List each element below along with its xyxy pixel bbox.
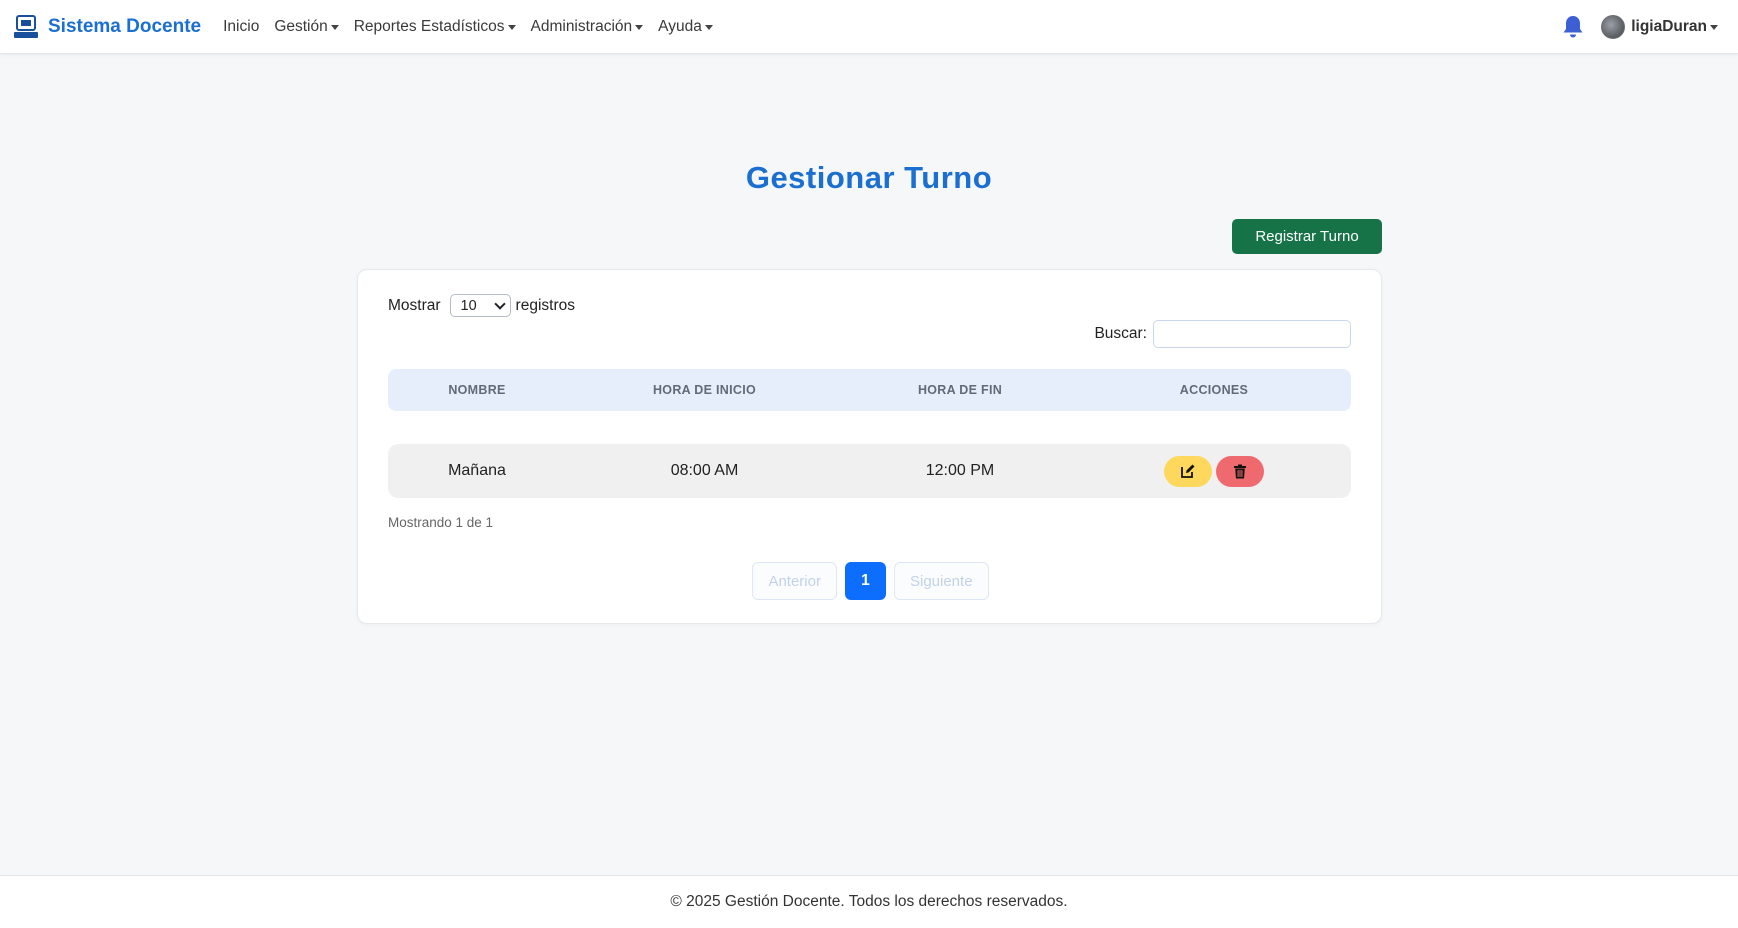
page-length-control: Mostrar 10 registros [388, 294, 575, 317]
nav-inicio[interactable]: Inicio [223, 18, 259, 36]
top-navbar: Sistema Docente Inicio Gestión Reportes … [0, 0, 1738, 54]
user-name-label: ligiaDuran [1631, 17, 1707, 35]
cell-nombre: Mañana [448, 462, 506, 479]
cell-hora-fin: 12:00 PM [925, 462, 995, 479]
delete-button[interactable] [1216, 455, 1264, 487]
records-label: registros [515, 296, 575, 314]
search-control: Buscar: [1094, 320, 1351, 348]
caret-down-icon [635, 24, 644, 30]
table-header: NOMBRE HORA DE INICIO HORA DE FIN ACCION… [388, 369, 1351, 411]
caret-down-icon [507, 24, 516, 30]
search-input[interactable] [1153, 320, 1351, 348]
nav-administracion-label: Administración [530, 17, 633, 35]
page-title: Gestionar Turno [745, 160, 993, 195]
trash-icon [1234, 464, 1246, 478]
previous-page-button[interactable]: Anterior [752, 562, 837, 600]
footer: © 2025 Gestión Docente. Todos los derech… [0, 875, 1738, 928]
nav-gestion-label: Gestión [274, 17, 328, 35]
column-header-hora-inicio[interactable]: HORA DE INICIO [566, 383, 843, 397]
nav-reportes-label: Reportes Estadísticos [353, 17, 505, 35]
page-1-button[interactable]: 1 [844, 562, 886, 600]
avatar[interactable] [1601, 14, 1626, 39]
nav-ayuda-label: Ayuda [658, 17, 702, 35]
brand[interactable]: Sistema Docente [12, 13, 201, 41]
edit-button[interactable] [1164, 455, 1212, 487]
search-label: Buscar: [1094, 325, 1147, 342]
cell-hora-inicio: 08:00 AM [670, 462, 739, 479]
table-card: Mostrar 10 registros Buscar: NOMBRE HORA… [357, 269, 1382, 624]
column-header-acciones: ACCIONES [1179, 383, 1249, 397]
caret-down-icon [704, 24, 713, 30]
main-menu: Inicio Gestión Reportes Estadísticos Adm… [223, 18, 728, 36]
user-menu[interactable]: ligiaDuran [1631, 18, 1718, 36]
university-logo-icon [12, 13, 40, 41]
chevron-down-icon [493, 297, 506, 310]
column-header-hora-fin[interactable]: HORA DE FIN [843, 383, 1077, 397]
nav-inicio-label: Inicio [223, 17, 260, 35]
page-length-value: 10 [460, 297, 477, 314]
register-shift-button[interactable]: Registrar Turno [1232, 219, 1382, 254]
notification-bell-icon[interactable] [1561, 14, 1585, 40]
copyright-text: © 2025 Gestión Docente. Todos los derech… [670, 893, 1068, 910]
nav-ayuda[interactable]: Ayuda [658, 18, 713, 36]
brand-title: Sistema Docente [48, 15, 202, 37]
table-info: Mostrando 1 de 1 [388, 515, 494, 530]
caret-down-icon [1710, 24, 1718, 30]
pagination: Anterior 1 Siguiente [358, 562, 1383, 600]
caret-down-icon [330, 24, 339, 30]
column-header-nombre[interactable]: NOMBRE [388, 383, 566, 397]
page-length-select[interactable]: 10 [449, 294, 511, 317]
next-page-button[interactable]: Siguiente [893, 562, 989, 600]
edit-icon [1181, 464, 1195, 478]
show-label: Mostrar [388, 296, 441, 314]
table-row: Mañana 08:00 AM 12:00 PM [388, 444, 1351, 498]
user-area: ligiaDuran [1561, 14, 1718, 40]
cell-acciones [1077, 455, 1351, 487]
nav-reportes[interactable]: Reportes Estadísticos [354, 18, 516, 36]
nav-gestion[interactable]: Gestión [274, 17, 339, 36]
nav-administracion[interactable]: Administración [531, 18, 644, 36]
